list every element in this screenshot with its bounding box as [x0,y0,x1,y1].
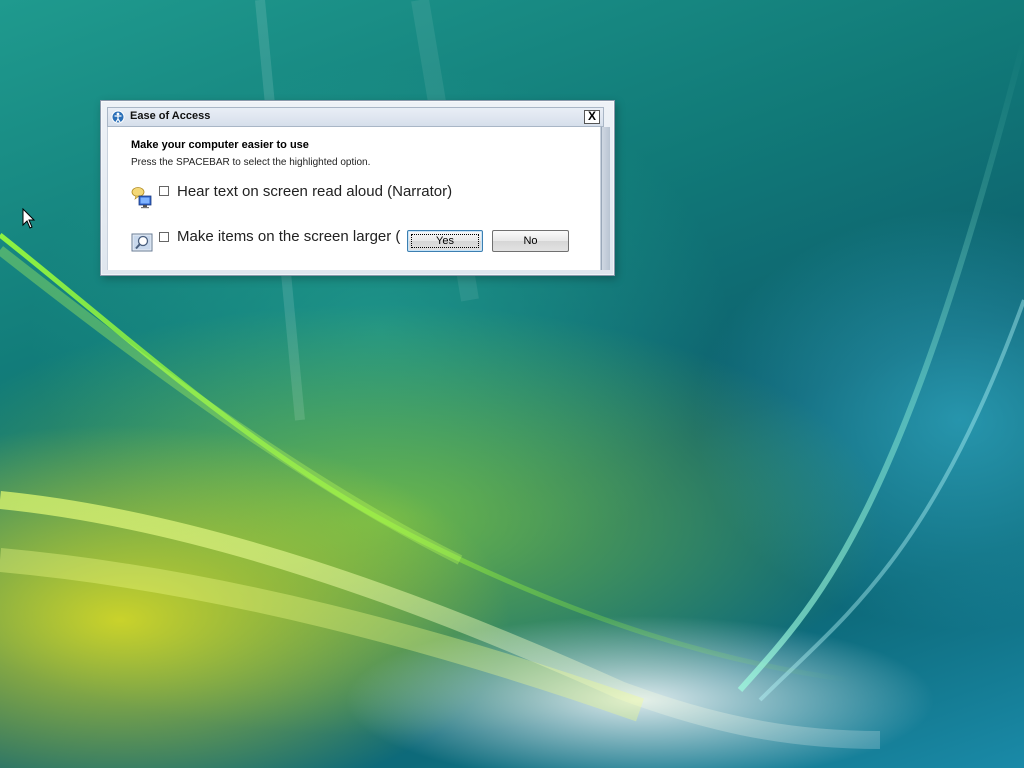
magnifier-icon [131,233,153,252]
narrator-option-label[interactable]: Hear text on screen read aloud (Narrator… [177,183,452,200]
yes-button[interactable]: Yes [407,230,483,252]
no-button-label: No [523,235,538,247]
focus-rectangle [411,234,479,248]
magnifier-option-label[interactable]: Make items on the screen larger ( [177,228,400,245]
ease-of-access-dialog: Ease of Access X Make your computer easi… [100,100,615,276]
dialog-title: Ease of Access [130,110,211,122]
close-button[interactable]: X [584,110,600,124]
dialog-content: Make your computer easier to use Press t… [107,127,601,270]
no-button[interactable]: No [492,230,569,252]
dialog-instruction: Press the SPACEBAR to select the highlig… [131,157,371,168]
dialog-titlebar[interactable]: Ease of Access X [107,107,604,127]
dialog-right-border [601,127,610,270]
ease-of-access-icon [111,110,125,124]
magnifier-checkbox[interactable] [159,232,169,242]
mouse-pointer-icon [22,208,36,229]
dialog-heading: Make your computer easier to use [131,139,309,151]
narrator-checkbox[interactable] [159,186,169,196]
narrator-icon [131,187,152,209]
